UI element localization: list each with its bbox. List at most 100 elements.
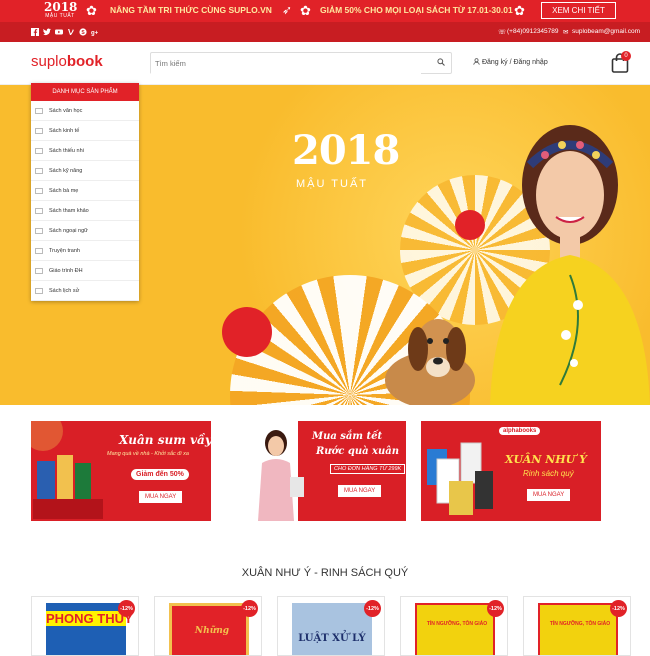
- category-item-label: Sách kỹ năng: [49, 167, 83, 174]
- search-input[interactable]: [151, 53, 421, 74]
- year-logo: 2018 MẬU TUẤT: [44, 0, 78, 21]
- category-item[interactable]: Sách thiếu nhi: [31, 141, 139, 161]
- discount-badge: -12%: [241, 600, 258, 617]
- book-icon: [35, 247, 43, 254]
- banner-title-2: Rước quà xuân: [316, 446, 400, 457]
- banner-subtitle: CHO ĐƠN HÀNG TỪ 299K: [330, 464, 406, 474]
- twitter-icon[interactable]: [43, 27, 51, 36]
- logo-subtitle: MẬU TUẤT: [45, 13, 75, 19]
- cart-button[interactable]: 0: [611, 51, 631, 75]
- youtube-icon[interactable]: [55, 27, 63, 36]
- social-links: S g+: [31, 27, 99, 36]
- book-icon: [35, 107, 43, 114]
- buy-now-button[interactable]: MUA NGAY: [527, 489, 571, 501]
- product-card[interactable]: -12% Những: [154, 596, 262, 656]
- banner-discount-label: Giảm đến 50%: [131, 469, 189, 480]
- search-box: [150, 52, 452, 74]
- category-item[interactable]: Sách bà mẹ: [31, 181, 139, 201]
- logo-part-1: suplo: [31, 53, 67, 70]
- site-logo[interactable]: suplobook: [31, 53, 103, 70]
- discount-badge: -12%: [364, 600, 381, 617]
- buy-now-button[interactable]: MUA NGAY: [338, 485, 382, 497]
- promo-banner-card[interactable]: Xuân sum vầy Mang quà về nhà - Khởi sắc …: [31, 421, 211, 521]
- section-title: XUÂN NHƯ Ý - RINH SÁCH QUÝ: [241, 567, 409, 579]
- discount-badge: -12%: [610, 600, 627, 617]
- decoration: [31, 421, 63, 451]
- user-icon: [473, 58, 482, 66]
- book-icon: [35, 207, 43, 214]
- model-image: [258, 430, 304, 521]
- promo-message-2: GIẢM 50% CHO MỌI LOẠI SÁCH TỪ 17.01-30.0…: [320, 5, 513, 15]
- product-card[interactable]: -12% TÍN NGƯỠNG, TÔN GIÁO: [523, 596, 631, 656]
- email-address[interactable]: suplobeam@gmail.com: [572, 28, 640, 35]
- phone-icon: ☏: [498, 29, 507, 36]
- banner-title: Xuân sum vầy: [119, 433, 211, 447]
- dog-image: [385, 319, 475, 405]
- product-grid: -12% PHONG THỦY -12% Những -12% LUẬT XỬ …: [31, 596, 631, 656]
- book-icon: [35, 227, 43, 234]
- logo-year: 2018: [44, 0, 78, 14]
- category-item-label: Sách kinh tế: [49, 127, 80, 134]
- book-cover-title: Những: [194, 626, 230, 636]
- product-card[interactable]: -12% TÍN NGƯỠNG, TÔN GIÁO: [400, 596, 508, 656]
- category-item[interactable]: Sách tham khảo: [31, 201, 139, 221]
- category-item[interactable]: Giáo trình ĐH: [31, 261, 139, 281]
- buy-now-button[interactable]: MUA NGAY: [139, 491, 183, 503]
- promo-message-1: NÂNG TẦM TRI THỨC CÙNG SUPLO.VN: [110, 5, 272, 15]
- vine-icon[interactable]: [67, 27, 75, 36]
- book-cover-title: PHONG THỦY: [46, 611, 133, 626]
- category-item[interactable]: Sách ngoại ngữ: [31, 221, 139, 241]
- category-item-label: Sách lịch sử: [49, 287, 80, 294]
- sun-decoration: [222, 307, 272, 357]
- top-bar: S g+ ☏ (+84)0912345789 ✉ suplobeam@gmail…: [0, 22, 650, 42]
- search-icon[interactable]: [437, 58, 445, 68]
- promo-banner-row: Xuân sum vầy Mang quà về nhà - Khởi sắc …: [31, 421, 601, 521]
- book-icon: [35, 147, 43, 154]
- product-card[interactable]: -12% PHONG THỦY: [31, 596, 139, 656]
- product-card[interactable]: -12% LUẬT XỬ LÝ: [277, 596, 385, 656]
- alphabooks-logo: alphabooks: [499, 427, 541, 435]
- category-item[interactable]: Sách văn học: [31, 101, 139, 121]
- promo-banner-card[interactable]: alphabooks XUÂN NHƯ Ý Rinh sách quý MUA …: [421, 421, 601, 521]
- promo-banner-card[interactable]: Mua sắm tết Rước quà xuân CHO ĐƠN HÀNG T…: [226, 421, 406, 521]
- category-item[interactable]: Sách kỹ năng: [31, 161, 139, 181]
- auth-label: Đăng ký / Đăng nhập: [481, 59, 548, 66]
- skype-icon[interactable]: S: [79, 27, 87, 36]
- category-item[interactable]: Sách lịch sử: [31, 281, 139, 301]
- auth-link[interactable]: Đăng ký / Đăng nhập: [473, 58, 548, 66]
- book-cover-title: TÍN NGƯỠNG, TÔN GIÁO: [549, 621, 611, 627]
- flower-icon: ✿: [300, 3, 311, 18]
- cart-count-badge: 0: [621, 51, 631, 61]
- swallow-icon: ➶: [282, 3, 293, 17]
- google-plus-icon[interactable]: g+: [91, 27, 99, 36]
- book-cover-title: TÍN NGƯỠNG, TÔN GIÁO: [426, 621, 488, 627]
- mail-icon: ✉: [563, 29, 569, 36]
- category-item-label: Sách ngoại ngữ: [49, 227, 88, 234]
- category-item-label: Sách văn học: [49, 107, 83, 114]
- book-icon: [35, 267, 43, 274]
- site-header: suplobook Đăng ký / Đăng nhập 0: [0, 42, 650, 85]
- book-cover-title: LUẬT XỬ LÝ: [298, 633, 366, 644]
- category-item-label: Sách bà mẹ: [49, 187, 79, 194]
- view-details-button[interactable]: XEM CHI TIẾT: [541, 2, 616, 19]
- hero-subtitle: MẬU TUẤT: [296, 178, 369, 190]
- book-cover: PHONG THỦY: [46, 603, 133, 655]
- category-item-label: Giáo trình ĐH: [49, 267, 83, 274]
- category-item-label: Sách thiếu nhi: [49, 147, 84, 154]
- category-item[interactable]: Sách kinh tế: [31, 121, 139, 141]
- category-item[interactable]: Truyện tranh: [31, 241, 139, 261]
- flower-icon: ✿: [514, 3, 525, 18]
- category-menu: DANH MỤC SẢN PHẨM Sách văn học Sách kinh…: [31, 83, 139, 301]
- gift-products-image: [33, 455, 103, 519]
- discount-badge: -12%: [118, 600, 135, 617]
- svg-text:g+: g+: [91, 30, 99, 36]
- category-item-label: Truyện tranh: [49, 247, 80, 254]
- category-menu-title: DANH MỤC SẢN PHẨM: [31, 83, 139, 101]
- banner-title: XUÂN NHƯ Ý: [505, 453, 587, 466]
- discount-badge: -12%: [487, 600, 504, 617]
- category-item-label: Sách tham khảo: [49, 207, 89, 214]
- book-icon: [35, 167, 43, 174]
- phone-number[interactable]: (+84)0912345789: [507, 28, 559, 35]
- logo-part-2: book: [66, 53, 103, 70]
- facebook-icon[interactable]: [31, 27, 39, 36]
